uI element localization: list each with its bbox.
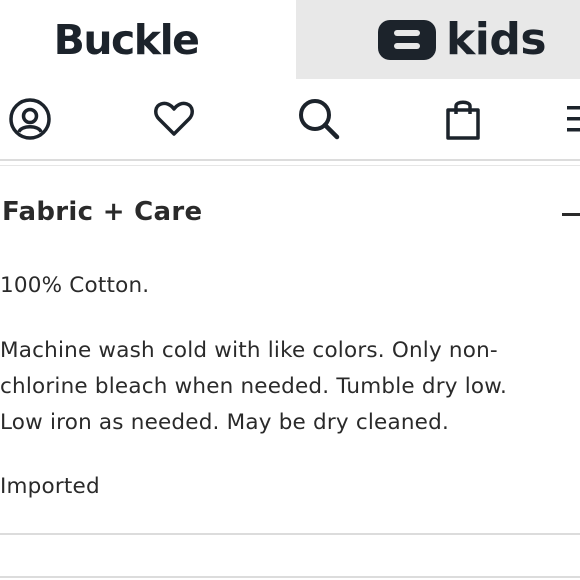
nav-bar xyxy=(0,79,580,160)
kids-logo: kids xyxy=(378,14,547,65)
material-text: 100% Cotton. xyxy=(0,273,150,298)
origin-text: Imported xyxy=(0,474,100,499)
minus-icon xyxy=(562,213,580,216)
shopping-bag-icon[interactable] xyxy=(440,96,486,142)
heart-icon[interactable] xyxy=(151,96,197,142)
buckle-tab[interactable]: Buckle xyxy=(0,0,296,79)
divider xyxy=(0,533,580,535)
care-line: Low iron as needed. May be dry cleaned. xyxy=(0,410,449,435)
care-line: chlorine bleach when needed. Tumble dry … xyxy=(0,374,508,399)
care-line: Machine wash cold with like colors. Only… xyxy=(0,338,498,363)
brand-bar: Buckle kids xyxy=(0,0,580,79)
search-icon[interactable] xyxy=(296,96,342,142)
kids-tab[interactable]: kids xyxy=(296,0,580,79)
divider xyxy=(0,165,580,166)
account-icon[interactable] xyxy=(7,96,53,142)
divider xyxy=(0,576,580,578)
b-icon xyxy=(378,19,436,60)
collapse-toggle-button[interactable] xyxy=(560,200,580,228)
divider xyxy=(0,159,580,161)
buckle-logo: Buckle xyxy=(53,15,200,64)
section-title[interactable]: Fabric + Care xyxy=(2,197,202,227)
menu-icon[interactable] xyxy=(562,96,580,142)
kids-text: kids xyxy=(446,14,547,65)
